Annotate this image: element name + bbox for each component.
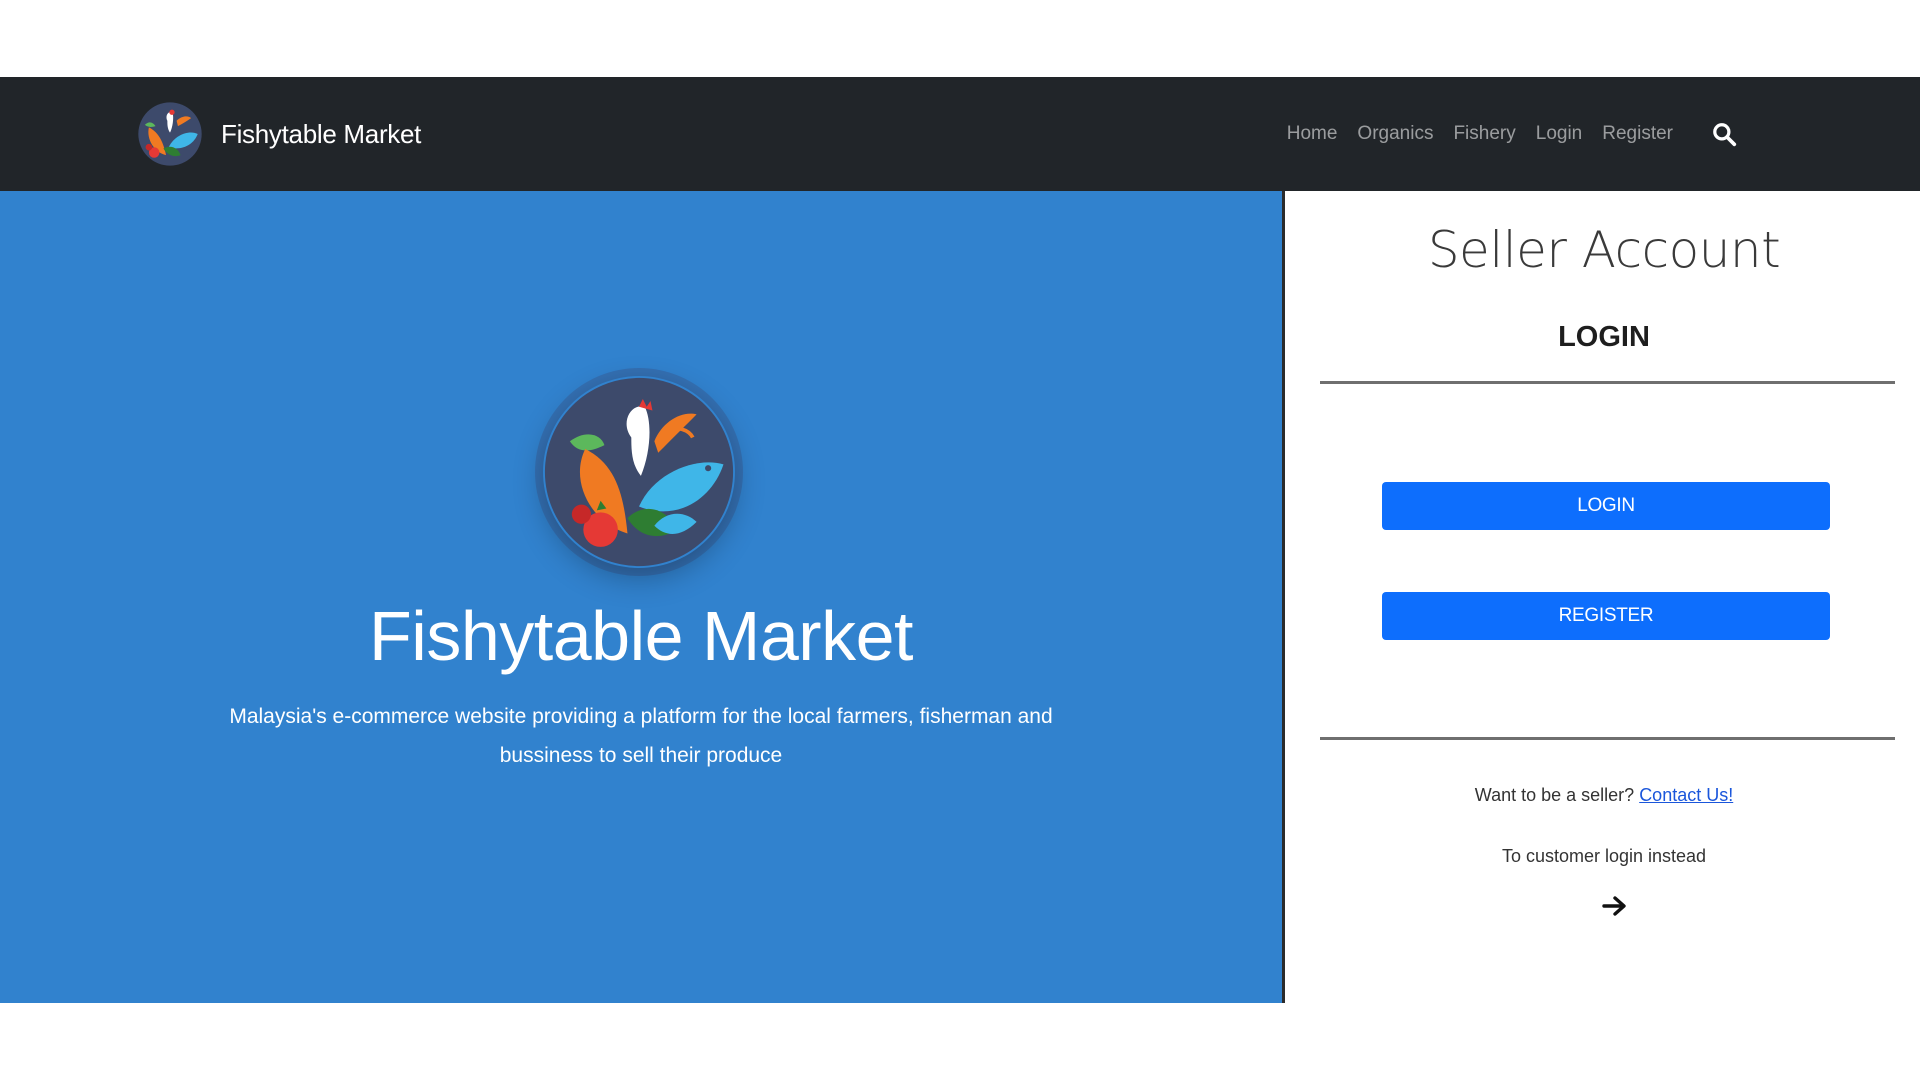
contact-us-link[interactable]: Contact Us!: [1639, 785, 1733, 805]
market-logo-icon: [544, 377, 734, 567]
login-button[interactable]: LOGIN: [1382, 482, 1830, 530]
hero-title: Fishytable Market: [369, 597, 913, 675]
brand-name: Fishytable Market: [221, 118, 422, 149]
nav-link-fishery[interactable]: Fishery: [1453, 123, 1515, 145]
nav-links: Home Organics Fishery Login Register: [1287, 77, 1741, 191]
brand-link[interactable]: Fishytable Market: [137, 101, 421, 167]
customer-login-prompt: To customer login instead: [1501, 846, 1707, 866]
nav-link-login[interactable]: Login: [1536, 123, 1583, 145]
panel-title: Seller Account: [1427, 221, 1781, 279]
hero-subtitle: Malaysia's e-commerce website providing …: [229, 705, 1053, 767]
hero-logo: [543, 376, 735, 568]
divider-top: [1320, 381, 1895, 384]
brand-logo-icon: [138, 102, 202, 166]
top-navbar: Fishytable Market Home Organics Fishery …: [0, 77, 1920, 191]
arrow-right-icon: [1602, 896, 1626, 916]
panel-subtitle: LOGIN: [1558, 321, 1650, 353]
divider-bottom: [1320, 737, 1895, 740]
search-icon: [1713, 123, 1737, 147]
register-button[interactable]: REGISTER: [1382, 592, 1830, 640]
seller-prompt-text: Want to be a seller?: [1474, 785, 1635, 805]
nav-link-home[interactable]: Home: [1287, 123, 1338, 145]
nav-link-register[interactable]: Register: [1602, 123, 1673, 145]
nav-link-organics[interactable]: Organics: [1357, 123, 1433, 145]
customer-login-arrow-button[interactable]: [1598, 889, 1632, 923]
hero-section: Fishytable Market Malaysia's e-commerce …: [0, 191, 1282, 1003]
seller-account-panel: Seller Account LOGIN LOGIN REGISTER Want…: [1282, 191, 1920, 1003]
search-button[interactable]: [1707, 117, 1741, 151]
page: Fishytable Market Home Organics Fishery …: [0, 0, 1920, 1080]
seller-prompt-line: Want to be a seller? Contact Us!: [1285, 785, 1920, 806]
